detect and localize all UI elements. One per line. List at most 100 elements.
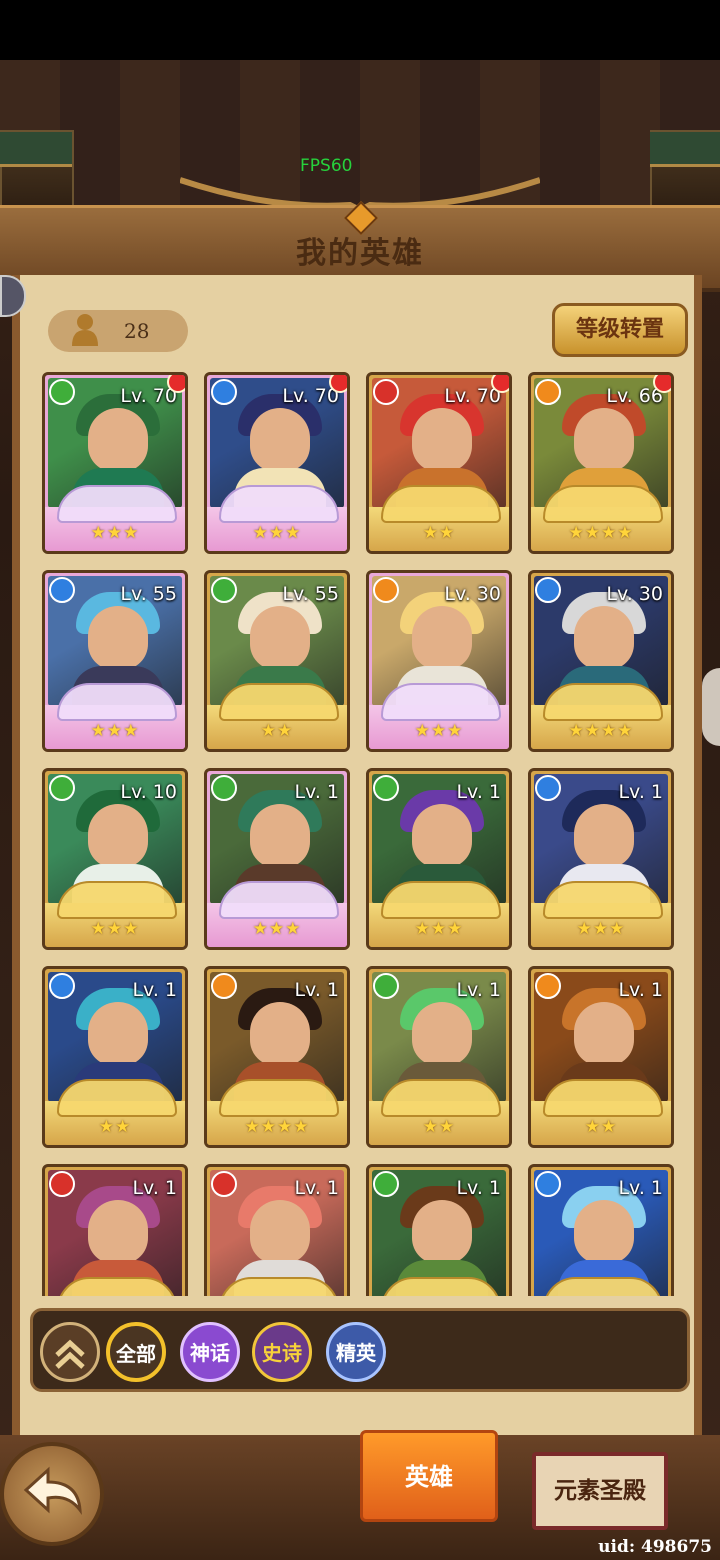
hero-card[interactable]: Lv. 1 ★★★★ (204, 966, 350, 1148)
star-rating: ★★ (260, 721, 294, 741)
element-water-icon (535, 775, 561, 801)
hero-card[interactable]: Lv. 70 ★★★ (42, 372, 188, 554)
element-water-icon (49, 577, 75, 603)
hero-card[interactable]: Lv. 1 (528, 1164, 674, 1296)
hero-card[interactable]: Lv. 10 ★★★ (42, 768, 188, 950)
star-rating: ★★ (422, 523, 456, 543)
page-title: 我的英雄 (296, 236, 424, 271)
star-rating: ★★★ (252, 523, 302, 543)
user-id: uid: 498675 (598, 1537, 712, 1557)
rank-wing-emblem (219, 683, 339, 721)
star-rating: ★★★ (252, 919, 302, 939)
element-wind-icon (373, 775, 399, 801)
rank-wing-emblem (543, 485, 663, 523)
hero-card[interactable]: Lv. 30 ★★★ (366, 570, 512, 752)
element-wind-icon (49, 379, 75, 405)
rank-wing-emblem (219, 1079, 339, 1117)
new-badge (167, 375, 185, 393)
back-arrow-icon (23, 1466, 82, 1515)
hero-level: Lv. 1 (456, 979, 501, 1001)
filter-epic[interactable]: 史诗 (252, 1322, 312, 1382)
hero-card[interactable]: Lv. 1 ★★ (42, 966, 188, 1148)
filter-elite[interactable]: 精英 (326, 1322, 386, 1382)
new-badge (491, 375, 509, 393)
star-rating: ★★★★ (244, 1117, 310, 1137)
star-rating: ★★★ (414, 919, 464, 939)
rank-wing-emblem (57, 485, 177, 523)
element-wind-icon (211, 577, 237, 603)
star-rating: ★★ (98, 1117, 132, 1137)
element-fire-icon (211, 1171, 237, 1197)
rank-wing-emblem (381, 1277, 501, 1296)
level-reset-button[interactable]: 等级转置 (552, 303, 688, 357)
element-wind-icon (373, 1171, 399, 1197)
hero-level: Lv. 1 (618, 781, 663, 803)
hero-card[interactable]: Lv. 1 ★★★ (204, 768, 350, 950)
star-rating: ★★★ (576, 919, 626, 939)
rank-wing-emblem (57, 1079, 177, 1117)
rank-wing-emblem (219, 881, 339, 919)
element-wind-icon (373, 973, 399, 999)
hero-level: Lv. 55 (282, 583, 339, 605)
tab-element-temple[interactable]: 元素圣殿 (532, 1452, 668, 1530)
hero-card[interactable]: Lv. 1 ★★★ (528, 768, 674, 950)
status-area (0, 0, 720, 60)
rank-wing-emblem (381, 485, 501, 523)
right-drawer-handle[interactable] (702, 668, 720, 746)
hero-card[interactable]: Lv. 70 ★★★ (204, 372, 350, 554)
hero-card[interactable]: Lv. 30 ★★★★ (528, 570, 674, 752)
star-rating: ★★★ (90, 721, 140, 741)
back-button[interactable] (0, 1442, 104, 1546)
hero-card[interactable]: Lv. 1 ★★ (366, 966, 512, 1148)
hero-card[interactable]: Lv. 1 (42, 1164, 188, 1296)
hero-card[interactable]: Lv. 55 ★★ (204, 570, 350, 752)
rank-wing-emblem (57, 881, 177, 919)
hero-level: Lv. 1 (456, 781, 501, 803)
element-wind-icon (211, 775, 237, 801)
left-pillar (0, 130, 74, 214)
new-badge (653, 375, 671, 393)
rank-wing-emblem (57, 683, 177, 721)
hero-count-badge (48, 310, 188, 352)
rank-wing-emblem (57, 1277, 177, 1296)
star-rating: ★★ (584, 1117, 618, 1137)
rank-wing-emblem (219, 485, 339, 523)
rank-wing-emblem (543, 1277, 663, 1296)
rank-wing-emblem (543, 1079, 663, 1117)
new-badge (329, 375, 347, 393)
element-wind-icon (49, 775, 75, 801)
person-icon (72, 314, 98, 346)
hero-card[interactable]: Lv. 70 ★★ (366, 372, 512, 554)
filter-all[interactable]: 全部 (106, 1322, 166, 1382)
rank-wing-emblem (543, 683, 663, 721)
tab-heroes[interactable]: 英雄 (360, 1430, 498, 1522)
hero-card[interactable]: Lv. 1 ★★ (528, 966, 674, 1148)
hero-card[interactable]: Lv. 1 (204, 1164, 350, 1296)
hero-card[interactable]: Lv. 1 ★★★ (366, 768, 512, 950)
element-earth-icon (535, 379, 561, 405)
hero-card[interactable]: Lv. 55 ★★★ (42, 570, 188, 752)
hero-level: Lv. 10 (120, 781, 177, 803)
element-fire-icon (373, 379, 399, 405)
element-water-icon (535, 577, 561, 603)
rank-wing-emblem (219, 1277, 339, 1296)
star-rating: ★★★★ (568, 523, 634, 543)
hero-level: Lv. 1 (294, 979, 339, 1001)
hero-level: Lv. 30 (606, 583, 663, 605)
collapse-button[interactable] (40, 1322, 100, 1382)
hero-level: Lv. 1 (618, 979, 663, 1001)
hero-card[interactable]: Lv. 66 ★★★★ (528, 372, 674, 554)
element-earth-icon (535, 973, 561, 999)
filter-mythic[interactable]: 神话 (180, 1322, 240, 1382)
hero-level: Lv. 30 (444, 583, 501, 605)
hero-level: Lv. 1 (294, 1177, 339, 1199)
hero-grid: Lv. 70 ★★★ Lv. 70 ★★★ Lv. 70 ★★ Lv. 66 ★★★★ Lv. … (42, 372, 682, 1296)
star-rating: ★★ (422, 1117, 456, 1137)
hero-level: Lv. 1 (132, 1177, 177, 1199)
hero-count-value: 28 (124, 319, 150, 343)
rank-wing-emblem (381, 881, 501, 919)
element-earth-icon (373, 577, 399, 603)
rank-wing-emblem (381, 1079, 501, 1117)
element-water-icon (49, 973, 75, 999)
hero-card[interactable]: Lv. 1 (366, 1164, 512, 1296)
